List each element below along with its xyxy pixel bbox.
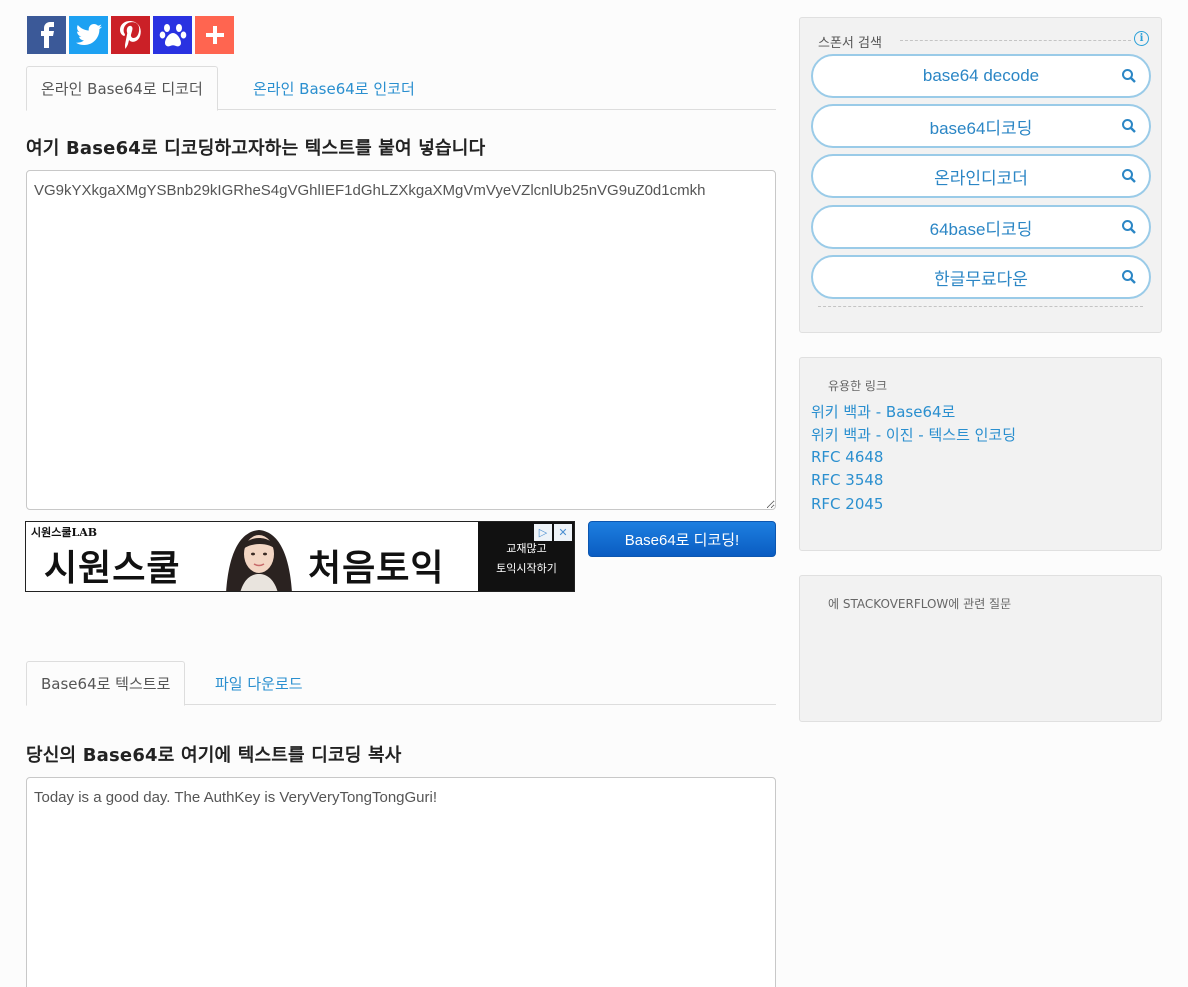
tab-online-encoder[interactable]: 온라인 Base64로 인코더 xyxy=(239,66,429,110)
stackoverflow-panel: 에 STACKOVERFLOW에 관련 질문 xyxy=(799,575,1162,722)
sponsor-button-label: base64 decode xyxy=(922,66,1040,85)
search-icon xyxy=(1122,119,1136,133)
search-icon xyxy=(1122,169,1136,183)
tab-base64-to-text[interactable]: Base64로 텍스트로 xyxy=(26,661,186,706)
link-wiki-base64[interactable]: 위키 백과 - Base64로 xyxy=(811,401,955,422)
ad-banner[interactable]: 시원스쿨LAB 시원스쿨 처음토익 교재많고 토익시작하기 ▷ ✕ xyxy=(25,521,575,592)
info-icon[interactable]: i xyxy=(1134,31,1149,46)
ad-text-secondary: 처음토익 xyxy=(308,547,445,589)
search-icon xyxy=(1122,69,1136,83)
link-rfc-3548[interactable]: RFC 3548 xyxy=(811,471,883,489)
paw-icon[interactable] xyxy=(153,16,192,54)
ad-cta-line2: 토익시작하기 xyxy=(496,562,557,575)
sponsor-title: 스폰서 검색 xyxy=(818,32,886,51)
ad-cta-line1: 교재많고 xyxy=(506,542,547,555)
ad-model-photo xyxy=(214,522,304,591)
pinterest-icon[interactable] xyxy=(111,16,150,54)
stackoverflow-title: 에 STACKOVERFLOW에 관련 질문 xyxy=(828,597,1012,611)
sponsor-button-label: 한글무료다운 xyxy=(934,269,1028,289)
sponsor-divider-top xyxy=(900,40,1131,41)
sponsor-divider-bottom xyxy=(818,306,1143,307)
sponsor-button-label: base64디코딩 xyxy=(929,118,1033,138)
ad-close-icon[interactable]: ✕ xyxy=(554,524,572,541)
output-tabs: Base64로 텍스트로 파일 다운로드 xyxy=(26,661,776,706)
ad-text-primary: 시원스쿨 xyxy=(44,547,181,589)
sponsor-button-4[interactable]: 64base디코딩 xyxy=(811,205,1151,249)
useful-links-panel: 유용한 링크 위키 백과 - Base64로 위키 백과 - 이진 - 텍스트 … xyxy=(799,357,1162,551)
output-heading: 당신의 Base64로 여기에 텍스트를 디코딩 복사 xyxy=(26,745,402,766)
social-share-bar xyxy=(27,16,234,54)
decode-button[interactable]: Base64로 디코딩! xyxy=(588,521,776,557)
search-icon xyxy=(1122,220,1136,234)
sponsor-button-label: 온라인디코더 xyxy=(934,168,1028,188)
search-icon xyxy=(1122,270,1136,284)
ad-controls: ▷ ✕ xyxy=(534,524,572,541)
tab-online-decoder[interactable]: 온라인 Base64로 디코더 xyxy=(26,66,218,111)
link-wiki-binary-to-text[interactable]: 위키 백과 - 이진 - 텍스트 인코딩 xyxy=(811,424,1016,445)
sponsor-button-3[interactable]: 온라인디코더 xyxy=(811,154,1151,198)
input-heading: 여기 Base64로 디코딩하고자하는 텍스트를 붙여 넣습니다 xyxy=(26,138,486,159)
link-rfc-4648[interactable]: RFC 4648 xyxy=(811,448,883,466)
ad-brand: 시원스쿨LAB xyxy=(31,526,98,539)
facebook-icon[interactable] xyxy=(27,16,66,54)
base64-input[interactable]: VG9kYXkgaXMgYSBnb29kIGRheS4gVGhlIEF1dGhL… xyxy=(26,170,776,510)
sponsor-button-label: 64base디코딩 xyxy=(929,219,1033,239)
sponsor-button-2[interactable]: base64디코딩 xyxy=(811,104,1151,148)
tab-file-download[interactable]: 파일 다운로드 xyxy=(201,661,317,705)
decoded-output[interactable]: Today is a good day. The AuthKey is Very… xyxy=(26,777,776,987)
sponsor-button-1[interactable]: base64 decode xyxy=(811,54,1151,98)
plus-icon[interactable] xyxy=(195,16,234,54)
link-rfc-2045[interactable]: RFC 2045 xyxy=(811,495,883,513)
sponsor-button-5[interactable]: 한글무료다운 xyxy=(811,255,1151,299)
useful-links-title: 유용한 링크 xyxy=(828,379,888,393)
decoder-tabs: 온라인 Base64로 디코더 온라인 Base64로 인코더 xyxy=(26,66,776,111)
ad-choices-icon[interactable]: ▷ xyxy=(534,524,552,541)
twitter-icon[interactable] xyxy=(69,16,108,54)
sponsor-search-panel: 스폰서 검색 i base64 decode base64디코딩 온라인디코더 … xyxy=(799,17,1162,333)
